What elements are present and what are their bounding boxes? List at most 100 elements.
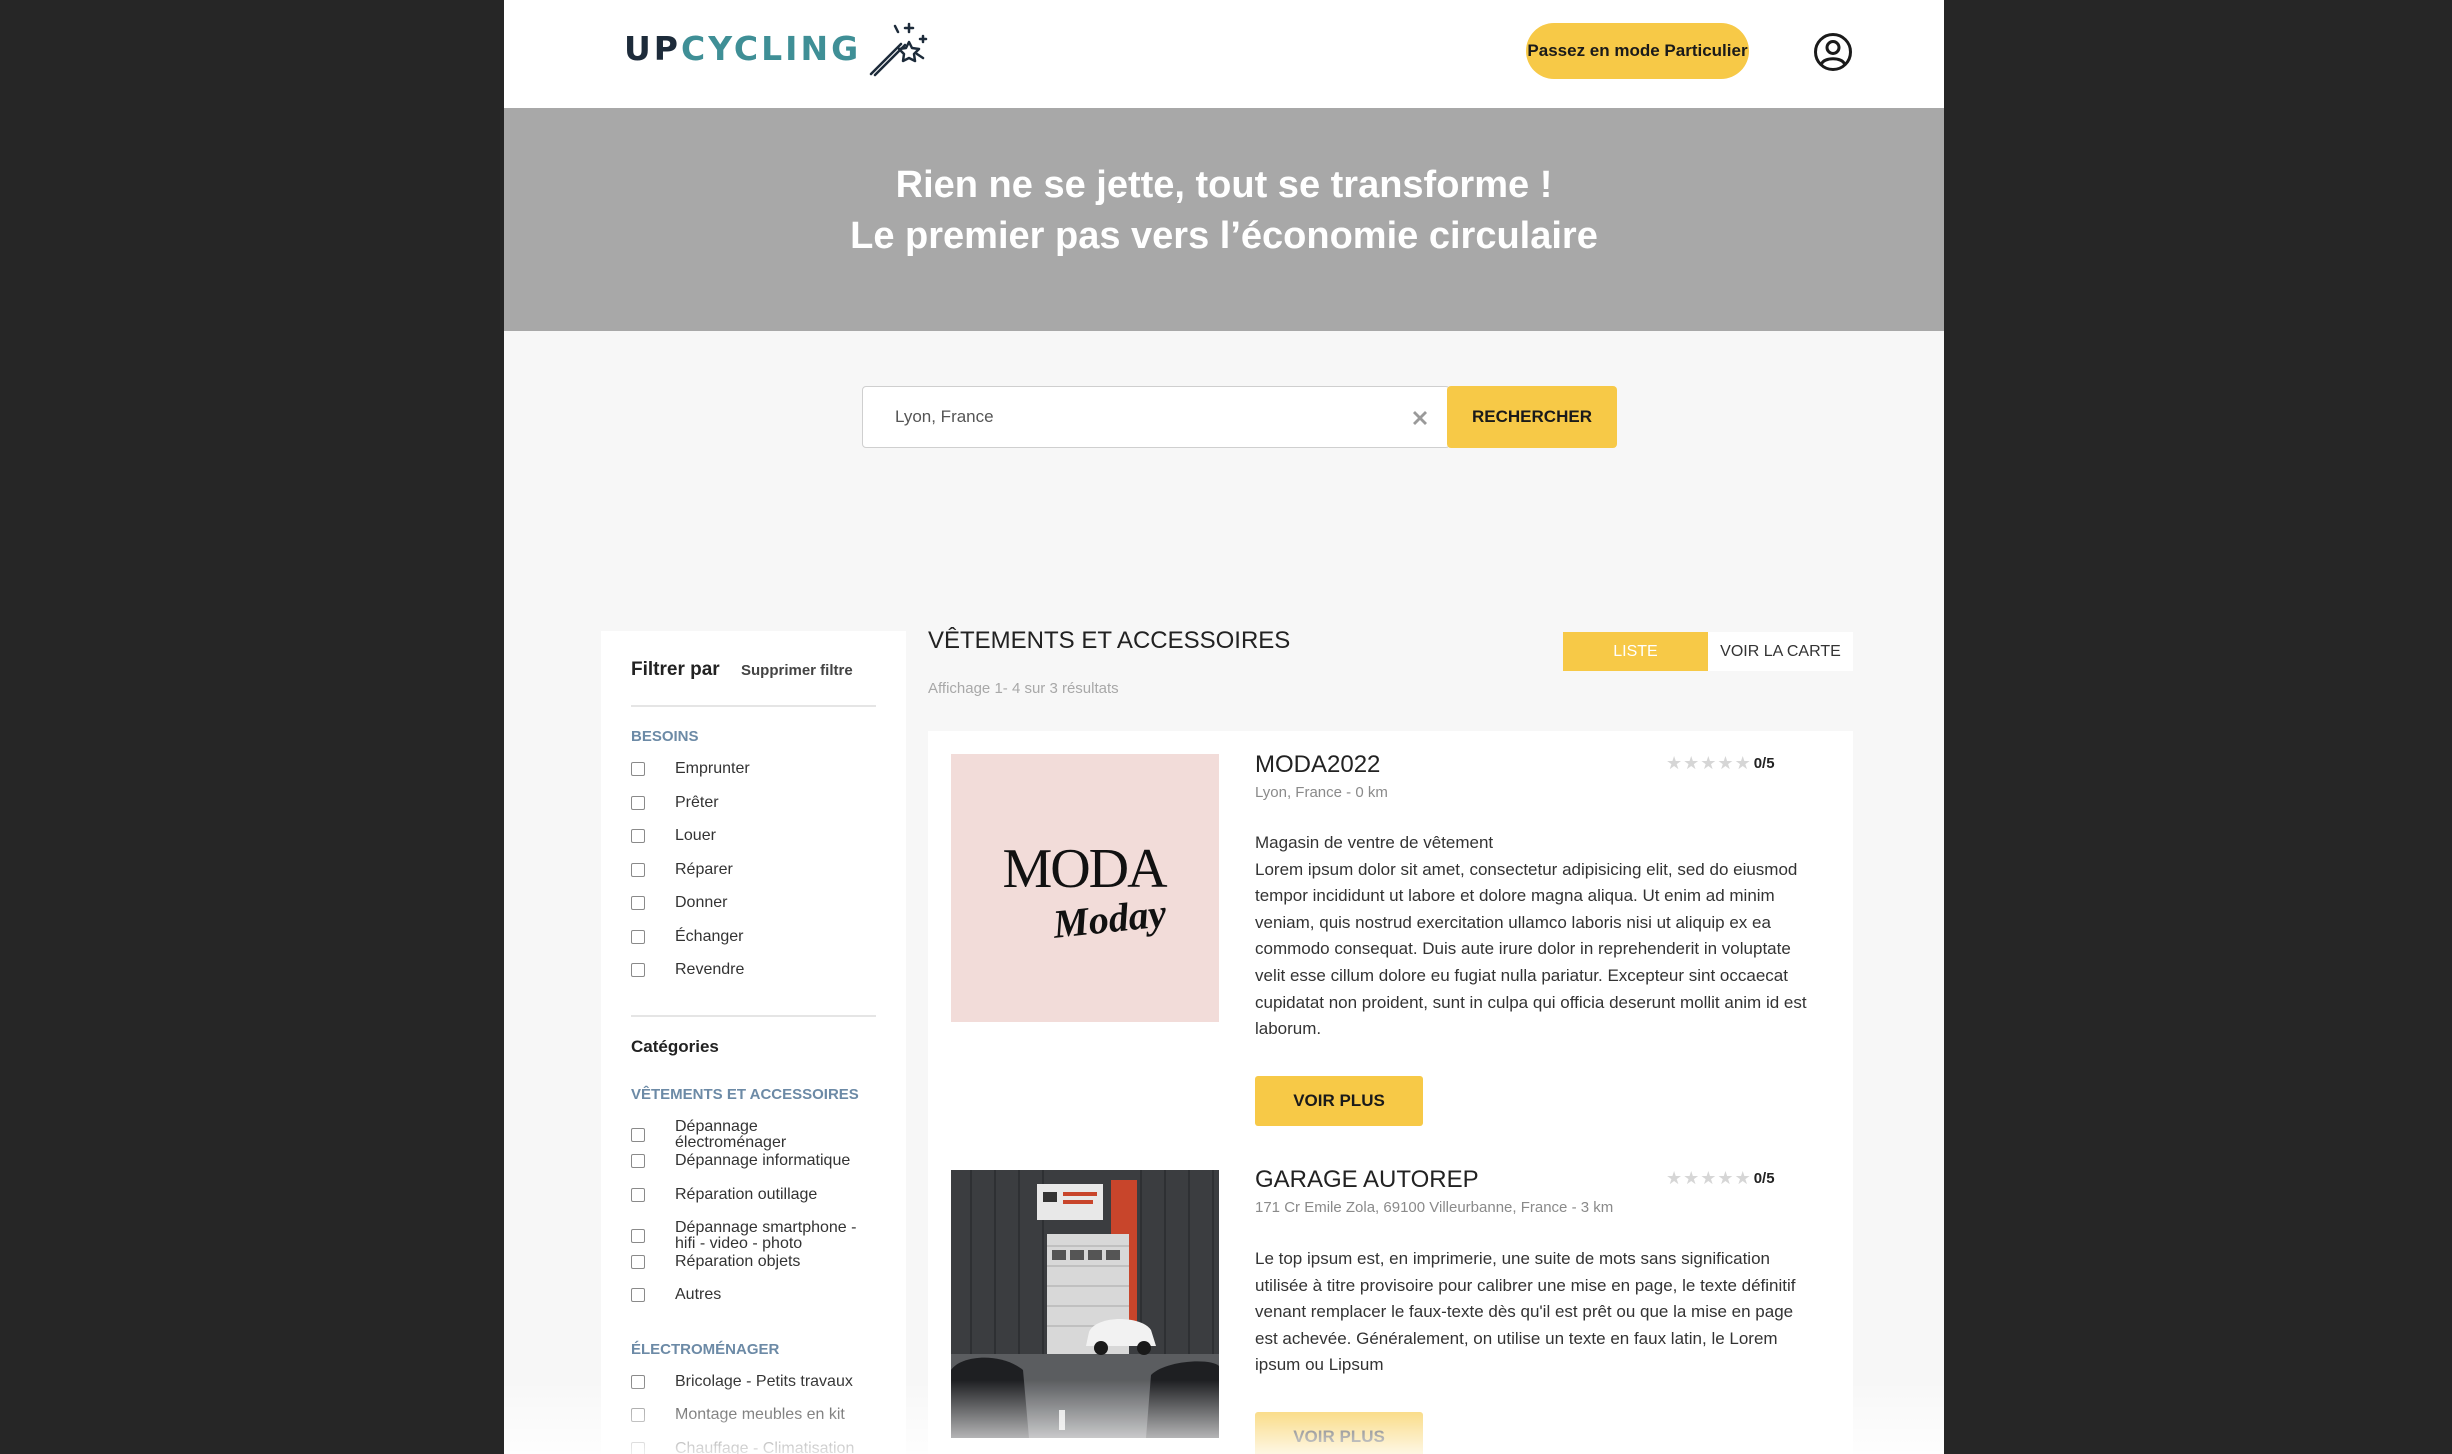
star-icon: ★ bbox=[1666, 753, 1683, 773]
card-address: 171 Cr Emile Zola, 69100 Villeurbanne, F… bbox=[1255, 1199, 1614, 1216]
checkbox[interactable] bbox=[631, 863, 645, 877]
filter-depannage-informatique[interactable]: Dépannage informatique bbox=[631, 1153, 881, 1169]
checkbox[interactable] bbox=[631, 1255, 645, 1269]
checkbox[interactable] bbox=[631, 1288, 645, 1302]
filter-revendre[interactable]: Revendre bbox=[631, 962, 881, 978]
checkbox[interactable] bbox=[631, 1128, 645, 1142]
filter-sidebar: Filtrer par Supprimer filtre BESOINS Emp… bbox=[601, 631, 906, 1454]
checkbox[interactable] bbox=[631, 1442, 645, 1454]
filter-reparation-objets[interactable]: Réparation objets bbox=[631, 1254, 881, 1270]
card-address: Lyon, France - 0 km bbox=[1255, 784, 1388, 801]
filter-reparer[interactable]: Réparer bbox=[631, 862, 881, 878]
checkbox[interactable] bbox=[631, 796, 645, 810]
star-icon: ★ bbox=[1717, 753, 1734, 773]
filter-chauffage[interactable]: Chauffage - Climatisation bbox=[631, 1441, 881, 1454]
rating-value: 0/5 bbox=[1753, 1169, 1775, 1187]
checkbox-label: Dépannage smartphone - hifi - video - pho… bbox=[675, 1220, 856, 1252]
page: UPCYCLING Passez en mode Particulier Rie… bbox=[504, 0, 1944, 1454]
checkbox[interactable] bbox=[631, 930, 645, 944]
checkbox-label: Échanger bbox=[675, 928, 744, 945]
checkbox-label-line1: Dépannage bbox=[675, 1118, 758, 1135]
logo-text-cycling: CYCLING bbox=[680, 28, 862, 68]
checkbox[interactable] bbox=[631, 896, 645, 910]
hero-headline-1: Rien ne se jette, tout se transforme ! bbox=[895, 164, 1553, 206]
hero-headline-2: Le premier pas vers l’économie circulair… bbox=[850, 215, 1598, 257]
garage-photo-image[interactable] bbox=[951, 1170, 1219, 1438]
location-search-input[interactable] bbox=[863, 387, 1403, 447]
results-count: Affichage 1- 4 sur 3 résultats bbox=[928, 680, 1119, 697]
magic-wand-icon bbox=[869, 22, 928, 77]
filter-reparation-outillage[interactable]: Réparation outillage bbox=[631, 1187, 881, 1203]
star-icon: ★ bbox=[1734, 753, 1751, 773]
checkbox-label: Bricolage - Petits travaux bbox=[675, 1373, 853, 1390]
map-view-tab[interactable]: VOIR LA CARTE bbox=[1708, 632, 1853, 671]
rating-stars: ★ ★ ★ ★ ★ 0/5 bbox=[1666, 754, 1775, 772]
header: UPCYCLING Passez en mode Particulier bbox=[504, 0, 1944, 108]
filter-autres[interactable]: Autres bbox=[631, 1287, 881, 1303]
filter-preter[interactable]: Prêter bbox=[631, 795, 881, 811]
logo-text-up: UP bbox=[624, 28, 681, 68]
checkbox[interactable] bbox=[631, 1375, 645, 1389]
categories-title: Catégories bbox=[631, 1037, 719, 1056]
divider bbox=[631, 1015, 876, 1017]
checkbox[interactable] bbox=[631, 1229, 645, 1243]
card-title[interactable]: GARAGE AUTOREP bbox=[1255, 1166, 1479, 1194]
logo-text: UPCYCLING bbox=[624, 29, 861, 68]
clear-filter-link[interactable]: Supprimer filtre bbox=[741, 662, 853, 679]
vetements-section-title: VÊTEMENTS ET ACCESSOIRES bbox=[631, 1086, 859, 1103]
checkbox-label: Revendre bbox=[675, 961, 745, 978]
close-x-icon[interactable] bbox=[1409, 407, 1431, 429]
besoins-section-title: BESOINS bbox=[631, 728, 699, 745]
star-icon: ★ bbox=[1683, 1168, 1700, 1188]
filter-montage-meubles[interactable]: Montage meubles en kit bbox=[631, 1407, 881, 1423]
checkbox-label: Réparation objets bbox=[675, 1253, 801, 1270]
checkbox-label-line2: hifi - video - photo bbox=[675, 1235, 803, 1252]
user-circle-icon[interactable] bbox=[1813, 32, 1853, 72]
list-view-tab[interactable]: LISTE bbox=[1563, 632, 1708, 671]
logo[interactable]: UPCYCLING bbox=[624, 18, 931, 78]
filter-depannage-electromenager[interactable]: Dépannage électroménager bbox=[631, 1119, 881, 1151]
checkbox-label: Donner bbox=[675, 894, 728, 911]
checkbox-label: Réparation outillage bbox=[675, 1186, 818, 1203]
checkbox[interactable] bbox=[631, 1154, 645, 1168]
checkbox-label-line1: Dépannage smartphone - bbox=[675, 1219, 857, 1236]
rating-value: 0/5 bbox=[1753, 754, 1775, 772]
results-title: VÊTEMENTS ET ACCESSOIRES bbox=[928, 627, 1291, 654]
electromenager-section-title: ÉLECTROMÉNAGER bbox=[631, 1341, 780, 1358]
checkbox[interactable] bbox=[631, 1408, 645, 1422]
checkbox[interactable] bbox=[631, 762, 645, 776]
filter-depannage-smartphone[interactable]: Dépannage smartphone - hifi - video - pho… bbox=[631, 1220, 881, 1252]
checkbox[interactable] bbox=[631, 1188, 645, 1202]
checkbox-label: Montage meubles en kit bbox=[675, 1406, 845, 1423]
search-button[interactable]: RECHERCHER bbox=[1447, 386, 1617, 448]
filter-emprunter[interactable]: Emprunter bbox=[631, 761, 881, 777]
star-icon: ★ bbox=[1734, 1168, 1751, 1188]
star-icon: ★ bbox=[1717, 1168, 1734, 1188]
card-description: Le top ipsum est, en imprimerie, une sui… bbox=[1255, 1246, 1820, 1379]
checkbox-label: Prêter bbox=[675, 794, 719, 811]
star-icon: ★ bbox=[1700, 753, 1717, 773]
checkbox-label: Réparer bbox=[675, 861, 733, 878]
rating-stars: ★ ★ ★ ★ ★ 0/5 bbox=[1666, 1169, 1775, 1187]
card-description: Magasin de ventre de vêtement Lorem ipsu… bbox=[1255, 830, 1820, 1043]
divider bbox=[631, 705, 876, 707]
search-box bbox=[862, 386, 1450, 448]
voir-plus-button[interactable]: VOIR PLUS bbox=[1255, 1076, 1423, 1126]
filter-bricolage[interactable]: Bricolage - Petits travaux bbox=[631, 1374, 881, 1390]
voir-plus-button[interactable]: VOIR PLUS bbox=[1255, 1412, 1423, 1454]
card-subtitle: Magasin de ventre de vêtement bbox=[1255, 833, 1494, 852]
particulier-mode-button[interactable]: Passez en mode Particulier bbox=[1526, 23, 1749, 79]
checkbox[interactable] bbox=[631, 829, 645, 843]
checkbox-label: Autres bbox=[675, 1286, 722, 1303]
filter-echanger[interactable]: Échanger bbox=[631, 929, 881, 945]
card-title[interactable]: MODA2022 bbox=[1255, 751, 1380, 779]
star-icon: ★ bbox=[1700, 1168, 1717, 1188]
card-body: Le top ipsum est, en imprimerie, une sui… bbox=[1255, 1249, 1796, 1375]
filter-louer[interactable]: Louer bbox=[631, 828, 881, 844]
checkbox-label-line2: électroménager bbox=[675, 1134, 787, 1151]
checkbox-label: Dépannage informatique bbox=[675, 1152, 851, 1169]
checkbox[interactable] bbox=[631, 963, 645, 977]
moda-moday-logo-image[interactable]: MODA Moday bbox=[951, 754, 1219, 1022]
checkbox-label: Emprunter bbox=[675, 760, 750, 777]
filter-donner[interactable]: Donner bbox=[631, 895, 881, 911]
